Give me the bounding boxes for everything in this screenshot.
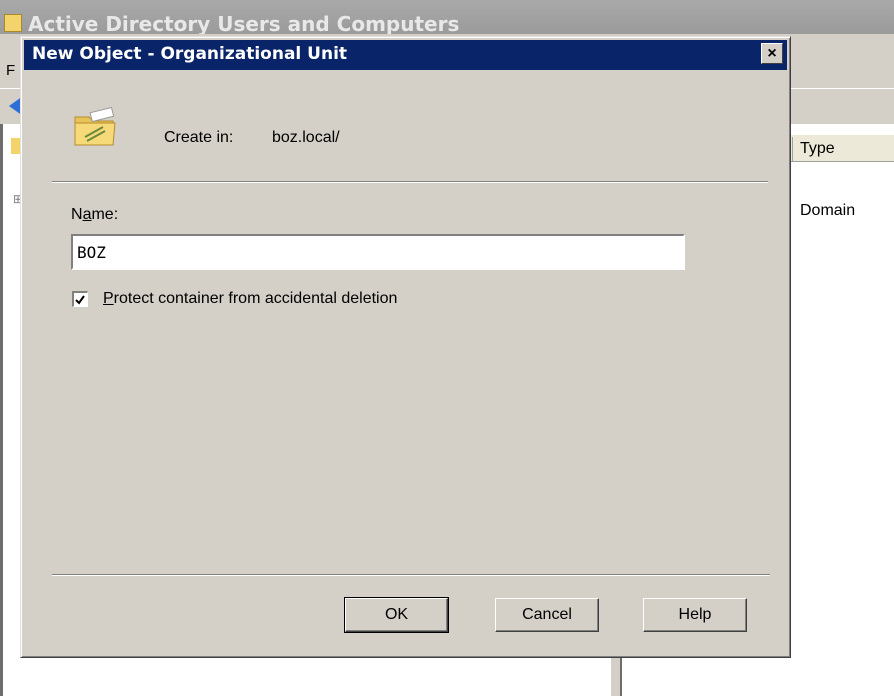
name-label-pre: N <box>71 206 83 223</box>
background-window-titlebar: Active Directory Users and Computers <box>0 0 894 36</box>
name-input[interactable] <box>71 234 685 270</box>
background-window-title: Active Directory Users and Computers <box>28 12 460 36</box>
checkmark-icon <box>75 295 85 305</box>
protect-checkbox[interactable] <box>72 291 88 307</box>
column-header-type[interactable]: Type <box>800 140 835 158</box>
help-button[interactable]: Help <box>643 598 747 632</box>
dialog-title: New Object - Organizational Unit <box>32 44 348 64</box>
protect-checkbox-label[interactable]: Protect container from accidental deleti… <box>103 290 397 308</box>
row-type-cell[interactable]: Domain <box>800 202 855 220</box>
menu-file[interactable]: F <box>6 62 15 79</box>
separator-bottom <box>52 574 770 576</box>
ok-button[interactable]: OK <box>344 597 449 633</box>
new-ou-dialog: New Object - Organizational Unit × Creat… <box>20 36 791 658</box>
protect-label-accel: P <box>103 290 114 307</box>
create-in-value: boz.local/ <box>272 129 340 146</box>
name-label-post: me: <box>91 206 119 223</box>
column-separator[interactable] <box>792 137 793 161</box>
create-in-label: Create in: <box>164 129 234 146</box>
cancel-button[interactable]: Cancel <box>495 598 599 632</box>
close-icon[interactable]: × <box>761 43 783 64</box>
name-label: Name: <box>71 206 118 224</box>
dialog-titlebar[interactable]: New Object - Organizational Unit × <box>24 40 787 70</box>
folder-ou-icon <box>74 107 116 146</box>
mmc-app-icon <box>4 14 22 32</box>
protect-label-rest: rotect container from accidental deletio… <box>113 290 398 307</box>
separator-top <box>52 181 768 183</box>
